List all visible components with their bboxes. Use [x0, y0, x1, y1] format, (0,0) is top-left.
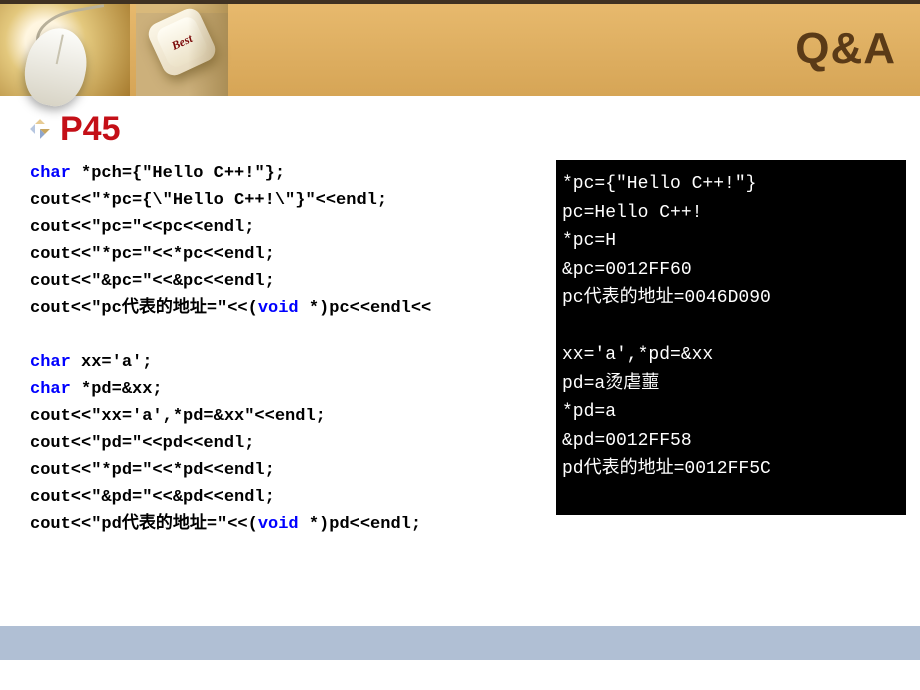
code-line: cout<<"*pc={\"Hello C++!\"}"<<endl; [30, 191, 387, 210]
code-line: cout<<"*pc="<<*pc<<endl; [30, 245, 275, 264]
code-line: cout<<"*pd="<<*pd<<endl; [30, 461, 275, 480]
console-line: pc代表的地址=0046D090 [562, 288, 771, 308]
console-line: *pd=a [562, 402, 616, 422]
kb-shadow [188, 4, 228, 96]
code-line: *pd=&xx; [71, 380, 163, 399]
console-line: pc=Hello C++! [562, 203, 702, 223]
bullet-row: P45 [30, 112, 121, 146]
console-line: xx='a',*pd=&xx [562, 345, 713, 365]
console-line: &pd=0012FF58 [562, 431, 692, 451]
diamond-bullet-icon [30, 119, 50, 139]
code-line: cout<<"&pc="<<&pc<<endl; [30, 272, 275, 291]
mouse-image [0, 4, 130, 96]
code-line: cout<<"pd代表的地址="<<( [30, 515, 258, 534]
code-line: *)pc<<endl<< [299, 299, 432, 318]
console-line: pd代表的地址=0012FF5C [562, 459, 771, 479]
code-line: cout<<"pc="<<pc<<endl; [30, 218, 254, 237]
bullet-label: P45 [60, 112, 121, 146]
code-line: cout<<"&pd="<<&pd<<endl; [30, 488, 275, 507]
code-line: *pch={"Hello C++!"}; [71, 164, 285, 183]
slide: Best Q&A P45 char *pch={"Hello C++!"}; c… [0, 0, 920, 690]
console-line: pd=a烫虐蘁 [562, 374, 659, 394]
console-line: *pc=H [562, 231, 616, 251]
footer-band [0, 626, 920, 660]
slide-title: Q&A [795, 24, 896, 74]
code-line: cout<<"xx='a',*pd=&xx"<<endl; [30, 407, 326, 426]
source-code-panel: char *pch={"Hello C++!"}; cout<<"*pc={\"… [30, 160, 556, 515]
keycap-image: Best [136, 4, 228, 96]
header-band: Best Q&A [0, 4, 920, 96]
code-line: *)pd<<endl; [299, 515, 421, 534]
code-line: xx='a'; [71, 353, 153, 372]
console-output-panel: *pc={"Hello C++!"} pc=Hello C++! *pc=H &… [556, 160, 906, 515]
content-row: char *pch={"Hello C++!"}; cout<<"*pc={\"… [30, 160, 906, 515]
kw-char: char [30, 380, 71, 399]
kw-char: char [30, 353, 71, 372]
console-line: &pc=0012FF60 [562, 260, 692, 280]
console-line: *pc={"Hello C++!"} [562, 174, 756, 194]
kw-char: char [30, 164, 71, 183]
code-line: cout<<"pc代表的地址="<<( [30, 299, 258, 318]
kw-void: void [258, 299, 299, 318]
kw-void: void [258, 515, 299, 534]
code-line: cout<<"pd="<<pd<<endl; [30, 434, 254, 453]
